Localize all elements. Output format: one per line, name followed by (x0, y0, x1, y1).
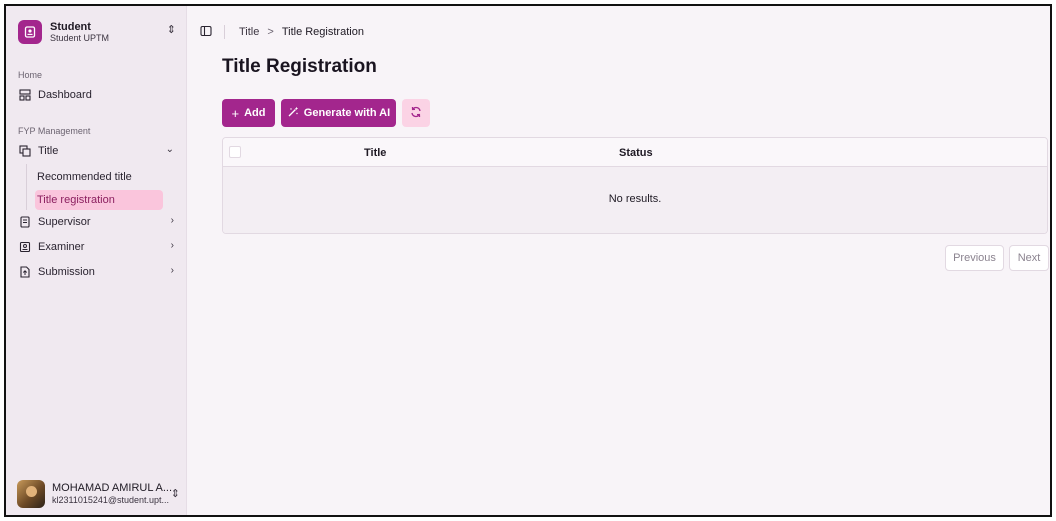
page-title: Title Registration (222, 56, 377, 77)
file-upload-icon (18, 265, 32, 279)
select-all-checkbox[interactable] (229, 146, 241, 158)
divider (224, 25, 225, 39)
sidebar-item-label: Title (38, 145, 59, 157)
avatar (17, 480, 45, 508)
chevrons-up-down-icon: ⇕ (166, 24, 176, 36)
sidebar-item-dashboard[interactable]: Dashboard (14, 84, 180, 106)
refresh-button[interactable] (402, 99, 430, 127)
sidebar-item-submission[interactable]: Submission › (14, 261, 180, 283)
chevrons-up-down-icon: ⇕ (170, 488, 180, 500)
sidebar-item-label: Submission (38, 266, 95, 278)
breadcrumb: Title > Title Registration (200, 24, 364, 40)
sidebar-item-label: Dashboard (38, 89, 92, 101)
table-body: No results. (223, 167, 1047, 233)
scroll-icon (18, 215, 32, 229)
generate-button-label: Generate with AI (303, 107, 391, 119)
group-label-home: Home (18, 70, 43, 80)
student-card-icon (18, 20, 42, 44)
plus-icon: + (231, 105, 240, 121)
sidebar-item-supervisor[interactable]: Supervisor › (14, 211, 180, 233)
chevron-right-icon: › (170, 240, 174, 251)
chevron-down-icon: ⌄ (165, 144, 174, 155)
title-registration-table: Title Status No results. (222, 137, 1048, 234)
main-content: Title > Title Registration Title Registr… (188, 6, 1050, 515)
add-button-label: Add (244, 107, 266, 119)
sidebar-item-label: Examiner (38, 241, 85, 253)
copy-icon (18, 144, 32, 158)
app-window: Student Student UPTM ⇕ Home Dashboard FY… (4, 4, 1052, 517)
previous-page-button[interactable]: Previous (945, 245, 1004, 271)
chevron-right-icon: › (170, 215, 174, 226)
dashboard-icon (18, 88, 32, 102)
id-badge-icon (18, 240, 32, 254)
team-subtitle: Student UPTM (50, 33, 110, 44)
refresh-icon (410, 106, 422, 121)
title-submenu: Recommended title Title registration (26, 164, 166, 210)
sidebar-subitem-title-registration[interactable]: Title registration (35, 190, 163, 210)
sidebar-item-label: Supervisor (38, 216, 91, 228)
sidebar-item-examiner[interactable]: Examiner › (14, 236, 180, 258)
breadcrumb-current: Title Registration (281, 26, 364, 38)
breadcrumb-link-title[interactable]: Title (239, 26, 259, 38)
user-name: MOHAMAD AMIRUL A... (52, 482, 173, 494)
column-header-status[interactable]: Status (619, 147, 653, 159)
team-switcher[interactable]: Student Student UPTM ⇕ (14, 14, 180, 50)
table-header: Title Status (223, 138, 1047, 167)
sidebar: Student Student UPTM ⇕ Home Dashboard FY… (6, 6, 187, 515)
empty-state-text: No results. (608, 193, 662, 205)
generate-with-ai-button[interactable]: Generate with AI (281, 99, 396, 127)
sidebar-item-title[interactable]: Title ⌄ (14, 140, 180, 162)
breadcrumb-separator: > (267, 26, 274, 38)
user-email: kl2311015241@student.upt... (52, 495, 170, 506)
chevron-right-icon: › (170, 265, 174, 276)
group-label-fyp: FYP Management (18, 126, 91, 136)
team-name: Student (50, 20, 91, 33)
column-header-title[interactable]: Title (364, 147, 386, 159)
sidebar-subitem-recommended-title[interactable]: Recommended title (35, 167, 163, 187)
next-page-button[interactable]: Next (1009, 245, 1049, 271)
sidebar-toggle-icon[interactable] (200, 25, 214, 39)
add-button[interactable]: + Add (222, 99, 275, 127)
user-menu[interactable]: MOHAMAD AMIRUL A... kl2311015241@student… (14, 477, 180, 511)
magic-wand-icon (287, 106, 299, 121)
